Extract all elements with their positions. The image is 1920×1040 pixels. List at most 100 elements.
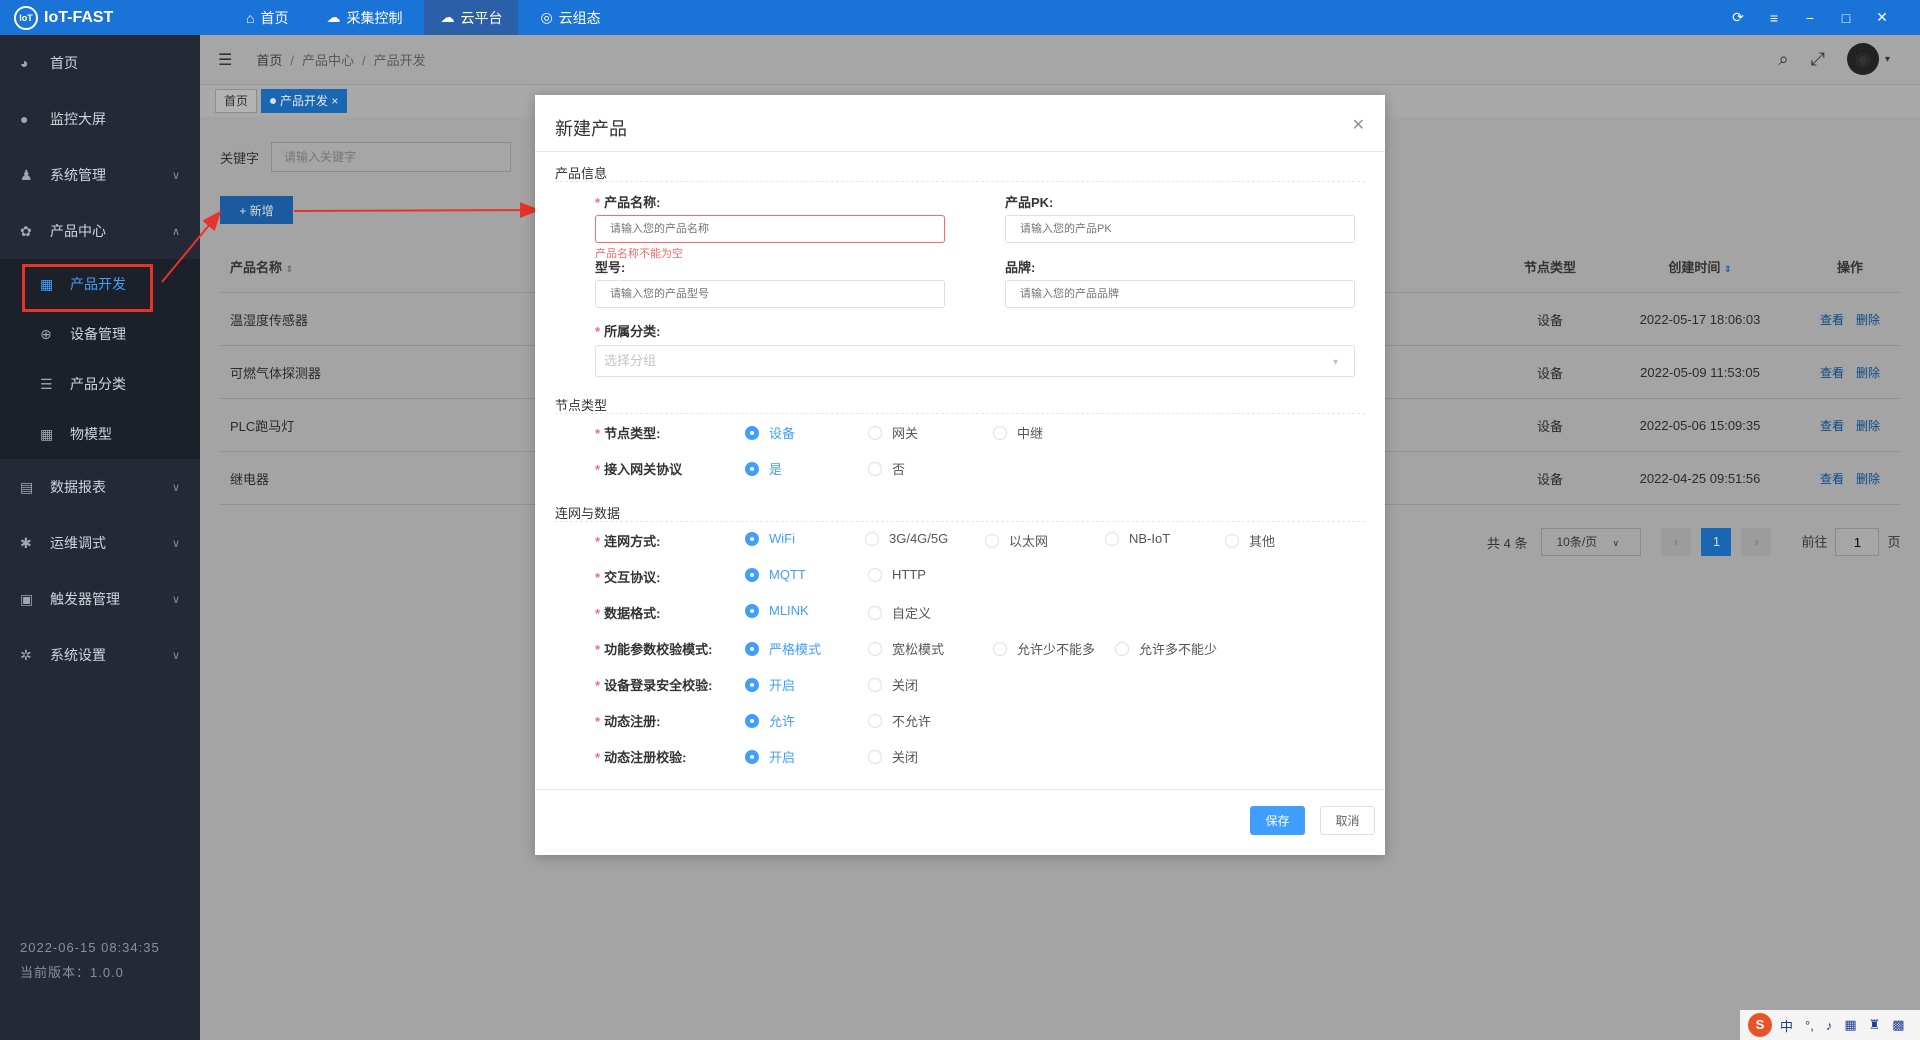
product-pk-input[interactable] xyxy=(1005,215,1355,243)
sort-icon[interactable]: ⇕ xyxy=(1724,264,1732,274)
section-product-info: 产品信息 xyxy=(555,163,1365,182)
check-radio-less[interactable]: 允许少不能多 xyxy=(993,639,1095,658)
menu-icon[interactable]: ≡ xyxy=(1756,10,1792,26)
required-mark: * xyxy=(595,426,601,441)
format-radio-custom[interactable]: 自定义 xyxy=(868,603,931,622)
category-select[interactable]: 选择分组 xyxy=(595,345,1355,377)
proto-radio-http[interactable]: HTTP xyxy=(868,567,926,582)
page-size-select[interactable]: 10条/页 ∨ xyxy=(1541,528,1642,556)
dyn-radio-allow[interactable]: 允许 xyxy=(745,711,795,730)
sidebar-item-product-category[interactable]: ☰ 产品分类 xyxy=(0,359,200,409)
sidebar-item-device-mgmt[interactable]: ⊕ 设备管理 xyxy=(0,309,200,359)
proto-radio-mqtt[interactable]: MQTT xyxy=(745,567,806,582)
sidebar-item-reports[interactable]: ▤ 数据报表 ∨ xyxy=(0,459,200,515)
net-radio-ethernet[interactable]: 以太网 xyxy=(985,531,1048,550)
window-controls: ⟳ ≡ − □ ✕ xyxy=(1720,0,1900,35)
delete-link[interactable]: 删除 xyxy=(1856,313,1880,327)
radio-label: 是 xyxy=(769,462,783,477)
ime-logo-icon[interactable]: S xyxy=(1748,1013,1772,1037)
required-mark: * xyxy=(595,462,601,477)
breadcrumb-home[interactable]: 首页 xyxy=(256,53,282,68)
sort-icon[interactable]: ⇕ xyxy=(286,264,294,274)
grid-icon[interactable]: ▩ xyxy=(1892,1017,1904,1033)
net-radio-other[interactable]: 其他 xyxy=(1225,531,1275,550)
gateway-radio-yes[interactable]: 是 xyxy=(745,459,782,478)
net-radio-cellular[interactable]: 3G/4G/5G xyxy=(865,531,948,546)
net-radio-wifi[interactable]: WiFi xyxy=(745,531,795,546)
app-logo[interactable]: IoT IoT-FAST xyxy=(0,5,200,30)
top-nav-cloud-platform[interactable]: ☁ 云平台 xyxy=(424,0,519,35)
product-brand-input[interactable] xyxy=(1005,280,1355,308)
login-radio-on[interactable]: 开启 xyxy=(745,675,795,694)
add-button[interactable]: + 新增 xyxy=(220,196,293,224)
fullscreen-icon[interactable]: ⤢ xyxy=(1811,49,1825,70)
sidebar-item-label: 数据报表 xyxy=(50,479,106,495)
search-icon[interactable]: ⌕ xyxy=(1778,49,1788,70)
chevron-down-icon: ▾ xyxy=(1333,357,1339,368)
save-button[interactable]: 保存 xyxy=(1250,806,1305,835)
node-radio-device[interactable]: 设备 xyxy=(745,423,795,442)
sidebar-item-triggers[interactable]: ▣ 触发器管理 ∨ xyxy=(0,571,200,627)
keyword-input[interactable] xyxy=(271,142,512,172)
punctuation-icon[interactable]: °, xyxy=(1805,1018,1814,1033)
close-icon[interactable]: ✕ xyxy=(1352,115,1365,135)
sidebar-item-product-center[interactable]: ✿ 产品中心 ∧ xyxy=(0,203,200,259)
view-link[interactable]: 查看 xyxy=(1820,366,1844,380)
tag-product-dev[interactable]: 产品开发 × xyxy=(261,89,348,113)
close-icon[interactable]: ✕ xyxy=(1864,9,1900,26)
header-time[interactable]: 创建时间 ⇕ xyxy=(1600,257,1800,276)
skin-icon[interactable]: ♜ xyxy=(1869,1017,1881,1033)
close-icon[interactable]: × xyxy=(331,94,338,108)
check-radio-more[interactable]: 允许多不能少 xyxy=(1115,639,1217,658)
hamburger-icon[interactable]: ☰ xyxy=(218,50,232,70)
format-radio-mlink[interactable]: MLINK xyxy=(745,603,809,618)
sidebar-item-home[interactable]: ◕ 首页 xyxy=(0,35,200,91)
check-radio-strict[interactable]: 严格模式 xyxy=(745,639,821,658)
gateway-radio-no[interactable]: 否 xyxy=(868,459,905,478)
sidebar-item-thing-model[interactable]: ▦ 物模型 xyxy=(0,409,200,459)
minimize-icon[interactable]: − xyxy=(1792,10,1828,26)
radio-label: 关闭 xyxy=(892,750,919,765)
microphone-icon[interactable]: ♪ xyxy=(1826,1018,1833,1033)
sidebar-item-settings[interactable]: ✲ 系统设置 ∨ xyxy=(0,627,200,683)
delete-link[interactable]: 删除 xyxy=(1856,366,1880,380)
sidebar-item-monitor[interactable]: ● 监控大屏 xyxy=(0,91,200,147)
maximize-icon[interactable]: □ xyxy=(1828,10,1864,26)
radio-circle xyxy=(868,605,882,620)
login-radio-off[interactable]: 关闭 xyxy=(868,675,918,694)
prev-page-button[interactable]: ‹ xyxy=(1661,528,1692,556)
dyncheck-radio-off[interactable]: 关闭 xyxy=(868,747,918,766)
cell-ops: 查看 删除 xyxy=(1800,417,1900,434)
next-page-button[interactable]: › xyxy=(1741,528,1772,556)
node-radio-relay[interactable]: 中继 xyxy=(993,423,1043,442)
check-radio-loose[interactable]: 宽松模式 xyxy=(868,639,944,658)
logo-icon: IoT xyxy=(14,5,38,30)
tag-home[interactable]: 首页 xyxy=(215,89,258,113)
view-link[interactable]: 查看 xyxy=(1820,313,1844,327)
radio-label: 严格模式 xyxy=(769,642,822,657)
goto-input[interactable] xyxy=(1835,528,1880,556)
avatar[interactable]: ◉ xyxy=(1846,43,1879,75)
keyboard-icon[interactable]: ▦ xyxy=(1844,1017,1856,1033)
page-button[interactable]: 1 xyxy=(1701,528,1732,556)
net-radio-nbiot[interactable]: NB-IoT xyxy=(1105,531,1170,546)
caret-down-icon[interactable]: ▾ xyxy=(1885,54,1890,65)
view-link[interactable]: 查看 xyxy=(1820,419,1844,433)
node-radio-gateway[interactable]: 网关 xyxy=(868,423,918,442)
sidebar-item-ops[interactable]: ✱ 运维调式 ∨ xyxy=(0,515,200,571)
product-name-input[interactable] xyxy=(595,215,945,243)
top-nav-collect[interactable]: ☁ 采集控制 xyxy=(310,0,418,35)
cell-node: 设备 xyxy=(1536,471,1563,487)
product-model-input[interactable] xyxy=(595,280,945,308)
dyn-radio-deny[interactable]: 不允许 xyxy=(868,711,931,730)
view-link[interactable]: 查看 xyxy=(1820,472,1844,486)
top-nav-home[interactable]: ⌂ 首页 xyxy=(230,0,304,35)
ime-lang[interactable]: 中 xyxy=(1780,1016,1793,1035)
delete-link[interactable]: 删除 xyxy=(1856,419,1880,433)
dyncheck-radio-on[interactable]: 开启 xyxy=(745,747,795,766)
cancel-button[interactable]: 取消 xyxy=(1320,806,1375,835)
sidebar-item-system[interactable]: ♟ 系统管理 ∨ xyxy=(0,147,200,203)
top-nav-cloud-scada[interactable]: ◎ 云组态 xyxy=(524,0,616,35)
delete-link[interactable]: 删除 xyxy=(1856,472,1880,486)
refresh-icon[interactable]: ⟳ xyxy=(1720,9,1756,26)
